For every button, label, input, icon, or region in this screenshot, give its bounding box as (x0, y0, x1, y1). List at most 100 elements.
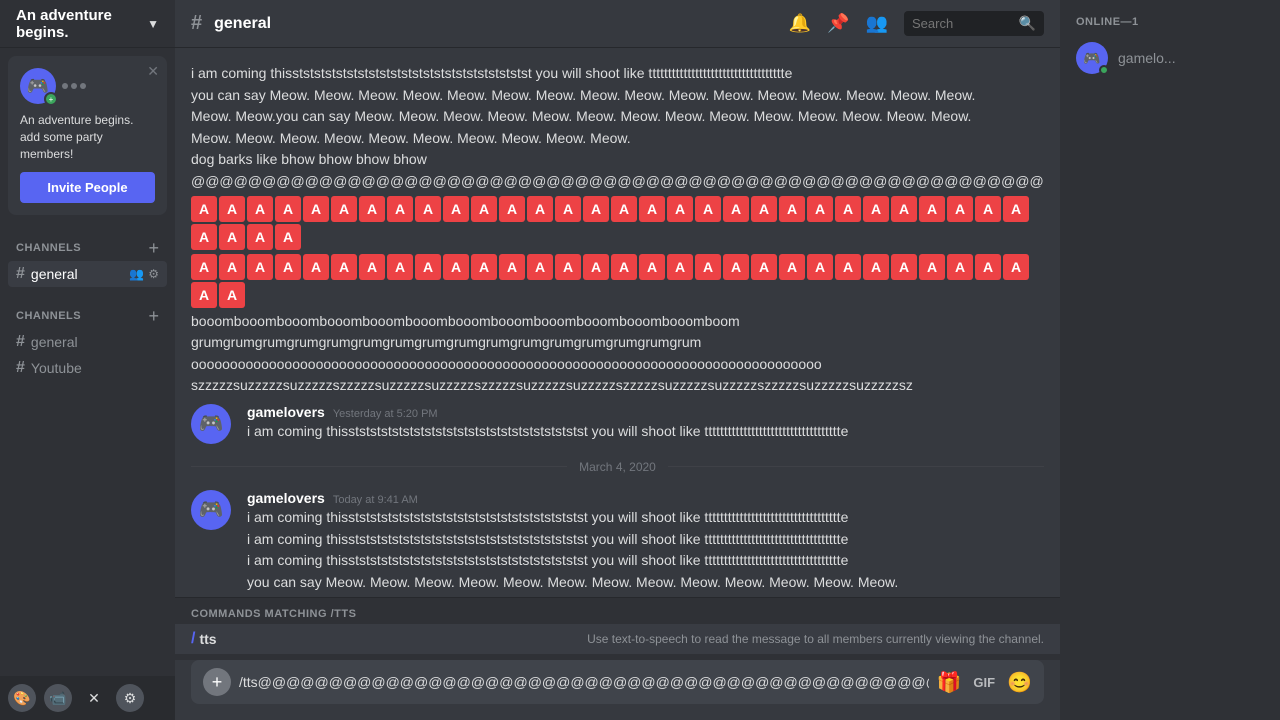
close-popup-icon[interactable]: ✕ (147, 64, 159, 78)
message-text: i am coming thisstststststststststststst… (191, 64, 1044, 84)
channel-header-name: general (214, 15, 271, 33)
letter-block: A (555, 254, 581, 280)
letter-block: A (891, 196, 917, 222)
letter-block: A (975, 196, 1001, 222)
message-text: i am coming thisstststststststststststst… (247, 508, 1044, 528)
channel-item-general-1[interactable]: # general 👥 ⚙ (8, 261, 167, 287)
letter-block: A (583, 254, 609, 280)
message-group: 🎮 gamelovers Today at 9:41 AM i am comin… (191, 490, 1044, 594)
add-attachment-button[interactable]: + (203, 668, 231, 696)
message-username: gamelovers (247, 490, 325, 506)
letter-block: A (947, 254, 973, 280)
letter-block: A (471, 254, 497, 280)
letter-block: A (191, 224, 217, 250)
letter-block: A (247, 224, 273, 250)
input-area: + 🎁 GIF 😊 (175, 660, 1060, 720)
letter-block: A (275, 196, 301, 222)
invite-people-button[interactable]: Invite People (20, 172, 155, 203)
emoji-icon[interactable]: 😊 (1007, 670, 1032, 695)
channel-item-general-2[interactable]: # general (8, 329, 167, 355)
message-input[interactable] (239, 674, 929, 690)
channel-icons: 👥 ⚙ (129, 267, 159, 281)
message-text: dog barks like bhow bhow bhow bhow (191, 150, 1044, 170)
separator-line (191, 466, 567, 467)
letter-block: A (1003, 196, 1029, 222)
input-icons: 🎁 GIF 😊 (937, 670, 1032, 695)
add-channel-icon[interactable]: + (148, 239, 159, 257)
letter-block: A (947, 196, 973, 222)
message-text: Meow. Meow.you can say Meow. Meow. Meow.… (191, 107, 1044, 127)
pin-icon[interactable]: 📌 (827, 13, 849, 34)
settings-icon[interactable]: ⚙ (116, 684, 144, 712)
gift-icon[interactable]: 🎁 (937, 670, 962, 695)
letter-block: A (219, 196, 245, 222)
letter-block: A (275, 254, 301, 280)
members-icon[interactable]: 👥 (866, 13, 888, 34)
command-item-tts[interactable]: / tts Use text-to-speech to read the mes… (175, 624, 1060, 654)
letter-block: A (247, 254, 273, 280)
letter-block: A (835, 196, 861, 222)
video-icon[interactable]: 📹 (44, 684, 72, 712)
separator-line (668, 466, 1044, 467)
letter-block: A (303, 196, 329, 222)
letter-block: A (667, 254, 693, 280)
letter-block: A (331, 196, 357, 222)
channel-name-3: Youtube (31, 360, 82, 376)
search-box[interactable]: 🔍 (904, 11, 1044, 36)
letter-block: A (331, 254, 357, 280)
channels-header: CHANNELS + (8, 239, 167, 257)
close-icon[interactable]: ✕ (80, 684, 108, 712)
avatar: 🎮 (191, 404, 231, 444)
channel-name-2: general (31, 334, 78, 350)
messages-area[interactable]: i am coming thisstststststststststststst… (175, 48, 1060, 597)
online-status-indicator (1099, 65, 1109, 75)
paintbrush-icon[interactable]: 🎨 (8, 684, 36, 712)
letter-block: A (191, 196, 217, 222)
letter-block: A (219, 254, 245, 280)
add-voice-channel-icon[interactable]: + (148, 307, 159, 325)
letter-block: A (443, 254, 469, 280)
channels-label: CHANNELS (16, 242, 81, 254)
channel-header-icons: 🔔 📌 👥 🔍 (789, 11, 1044, 36)
letter-block: A (191, 282, 217, 308)
message-text: oooooooooooooooooooooooooooooooooooooooo… (191, 355, 1044, 375)
search-icon: 🔍 (1019, 15, 1036, 32)
sidebar: An adventure begins. ▼ ✕ 🎮 + An adventur… (0, 0, 175, 720)
member-item[interactable]: 🎮 gamelo... (1068, 36, 1272, 80)
hash-icon-3: # (16, 359, 25, 377)
letter-block: A (695, 196, 721, 222)
letter-block: A (751, 254, 777, 280)
dot-2 (71, 83, 77, 89)
command-name: tts (199, 631, 216, 647)
letter-block: A (359, 254, 385, 280)
online-header: ONLINE—1 (1068, 16, 1272, 28)
letter-block: A (527, 254, 553, 280)
bell-icon[interactable]: 🔔 (789, 13, 811, 34)
letter-block: A (247, 196, 273, 222)
letter-block: A (919, 254, 945, 280)
channel-settings-icon[interactable]: 👥 (129, 267, 144, 281)
letter-block: A (219, 224, 245, 250)
message-group: 🎮 gamelovers Yesterday at 5:20 PM i am c… (191, 404, 1044, 444)
party-popup: ✕ 🎮 + An adventure begins. add some part… (8, 56, 167, 215)
member-avatar-icon: 🎮 (1083, 50, 1100, 67)
letter-block: A (1003, 254, 1029, 280)
hash-icon: # (16, 265, 25, 283)
letter-block: A (695, 254, 721, 280)
gif-button[interactable]: GIF (973, 675, 995, 690)
discord-logo-icon-2: 🎮 (199, 497, 224, 522)
server-header[interactable]: An adventure begins. ▼ (0, 0, 175, 48)
letter-block: A (667, 196, 693, 222)
letter-block: A (751, 196, 777, 222)
letter-block: A (471, 196, 497, 222)
message-timestamp: Today at 9:41 AM (333, 494, 418, 506)
online-badge: + (44, 92, 58, 106)
letter-block: A (387, 254, 413, 280)
letter-block: A (359, 196, 385, 222)
search-input[interactable] (912, 16, 1013, 31)
message-text: i am coming thisstststststststststststst… (247, 422, 1044, 442)
letter-block: A (807, 254, 833, 280)
channel-gear-icon[interactable]: ⚙ (148, 267, 159, 281)
date-separator: March 4, 2020 (191, 460, 1044, 474)
channel-item-youtube[interactable]: # Youtube (8, 355, 167, 381)
